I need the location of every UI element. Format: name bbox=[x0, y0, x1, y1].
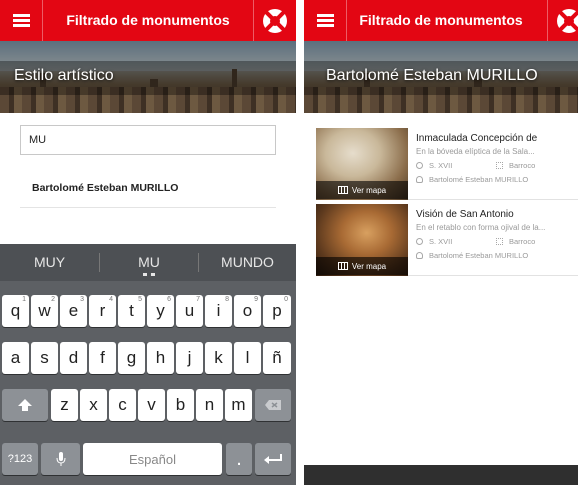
lifebuoy-icon bbox=[263, 8, 287, 33]
microphone-icon bbox=[56, 452, 65, 466]
artwork-name: Inmaculada Concepción de bbox=[416, 133, 538, 144]
artwork-description: En el retablo con forma ojival de la... bbox=[416, 223, 546, 232]
key-u[interactable]: u7 bbox=[176, 295, 203, 327]
hamburger-icon bbox=[316, 14, 334, 27]
space-key[interactable]: Español bbox=[83, 443, 222, 475]
hamburger-icon bbox=[12, 14, 30, 27]
key-l[interactable]: l bbox=[234, 342, 261, 374]
help-button[interactable] bbox=[548, 0, 578, 41]
page-title: Filtrado de monumentos bbox=[359, 12, 523, 28]
right-screen: Filtrado de monumentos Bartolomé Esteban… bbox=[304, 0, 578, 485]
word-suggestion[interactable]: MUNDO bbox=[199, 244, 296, 281]
map-icon bbox=[337, 262, 348, 270]
artist-label: Bartolomé Esteban MURILLO bbox=[429, 175, 529, 184]
key-x[interactable]: x bbox=[80, 389, 107, 421]
key-h[interactable]: h bbox=[147, 342, 174, 374]
app-header: Filtrado de monumentos bbox=[304, 0, 578, 41]
artist-icon bbox=[416, 252, 423, 259]
key-m[interactable]: m bbox=[225, 389, 252, 421]
key-k[interactable]: k bbox=[205, 342, 232, 374]
enter-arrow-icon bbox=[264, 454, 282, 464]
key-q[interactable]: q1 bbox=[2, 295, 29, 327]
shift-key[interactable] bbox=[2, 389, 48, 421]
period-key[interactable]: . bbox=[226, 443, 252, 475]
style-icon bbox=[496, 162, 503, 169]
section-banner: Bartolomé Esteban MURILLO bbox=[304, 41, 578, 113]
search-input[interactable] bbox=[21, 126, 275, 154]
soft-keyboard: MUY MU MUNDO q1 w2 e3 r4 t5 y6 u7 i8 o9 … bbox=[0, 244, 296, 485]
mic-key[interactable] bbox=[41, 443, 80, 475]
section-banner: Estilo artístico bbox=[0, 41, 296, 113]
key-w[interactable]: w2 bbox=[31, 295, 58, 327]
style-icon bbox=[496, 238, 503, 245]
key-i[interactable]: i8 bbox=[205, 295, 232, 327]
key-enye[interactable]: ñ bbox=[263, 342, 291, 374]
page-title: Filtrado de monumentos bbox=[66, 12, 230, 28]
key-z[interactable]: z bbox=[51, 389, 78, 421]
key-f[interactable]: f bbox=[89, 342, 116, 374]
suggestion-item[interactable]: Bartolomé Esteban MURILLO bbox=[20, 168, 276, 208]
key-g[interactable]: g bbox=[118, 342, 145, 374]
artwork-name: Visión de San Antonio bbox=[416, 209, 514, 220]
artwork-description: En la bóveda elíptica de la Sala... bbox=[416, 147, 535, 156]
view-map-button[interactable]: Ver mapa bbox=[316, 181, 408, 199]
key-t[interactable]: t5 bbox=[118, 295, 145, 327]
century-icon bbox=[416, 238, 423, 245]
app-header: Filtrado de monumentos bbox=[0, 0, 296, 41]
view-map-button[interactable]: Ver mapa bbox=[316, 257, 408, 275]
enter-key[interactable] bbox=[255, 443, 291, 475]
banner-label: Bartolomé Esteban MURILLO bbox=[326, 67, 538, 84]
century-icon bbox=[416, 162, 423, 169]
century-label: S. XVII bbox=[429, 161, 453, 170]
result-card[interactable]: Ver mapa Visión de San Antonio En el ret… bbox=[316, 204, 578, 276]
key-p[interactable]: p0 bbox=[263, 295, 291, 327]
lifebuoy-icon bbox=[557, 8, 578, 33]
left-screen: Filtrado de monumentos Estilo artístico … bbox=[0, 0, 296, 485]
key-v[interactable]: v bbox=[138, 389, 165, 421]
more-suggestions-icon bbox=[143, 273, 155, 276]
key-d[interactable]: d bbox=[60, 342, 87, 374]
key-r[interactable]: r4 bbox=[89, 295, 116, 327]
backspace-key[interactable] bbox=[255, 389, 291, 421]
century-label: S. XVII bbox=[429, 237, 453, 246]
artist-icon bbox=[416, 176, 423, 183]
key-c[interactable]: c bbox=[109, 389, 136, 421]
key-y[interactable]: y6 bbox=[147, 295, 174, 327]
bottom-bar bbox=[304, 465, 578, 485]
key-j[interactable]: j bbox=[176, 342, 203, 374]
symbols-key[interactable]: ?123 bbox=[2, 443, 38, 475]
key-e[interactable]: e3 bbox=[60, 295, 87, 327]
word-suggestion[interactable]: MUY bbox=[0, 244, 99, 281]
search-field[interactable] bbox=[20, 125, 276, 155]
menu-button[interactable] bbox=[304, 0, 346, 41]
help-button[interactable] bbox=[254, 0, 296, 41]
backspace-icon bbox=[265, 400, 281, 410]
banner-label: Estilo artístico bbox=[14, 67, 114, 84]
key-n[interactable]: n bbox=[196, 389, 223, 421]
key-a[interactable]: a bbox=[2, 342, 29, 374]
key-s[interactable]: s bbox=[31, 342, 58, 374]
menu-button[interactable] bbox=[0, 0, 42, 41]
key-b[interactable]: b bbox=[167, 389, 194, 421]
style-label: Barroco bbox=[509, 161, 536, 170]
artist-label: Bartolomé Esteban MURILLO bbox=[429, 251, 529, 260]
map-icon bbox=[337, 186, 348, 194]
style-label: Barroco bbox=[509, 237, 536, 246]
result-card[interactable]: Ver mapa Inmaculada Concepción de En la … bbox=[316, 128, 578, 200]
shift-arrow-icon bbox=[18, 399, 32, 411]
key-o[interactable]: o9 bbox=[234, 295, 261, 327]
word-suggestion-bar: MUY MU MUNDO bbox=[0, 244, 296, 281]
